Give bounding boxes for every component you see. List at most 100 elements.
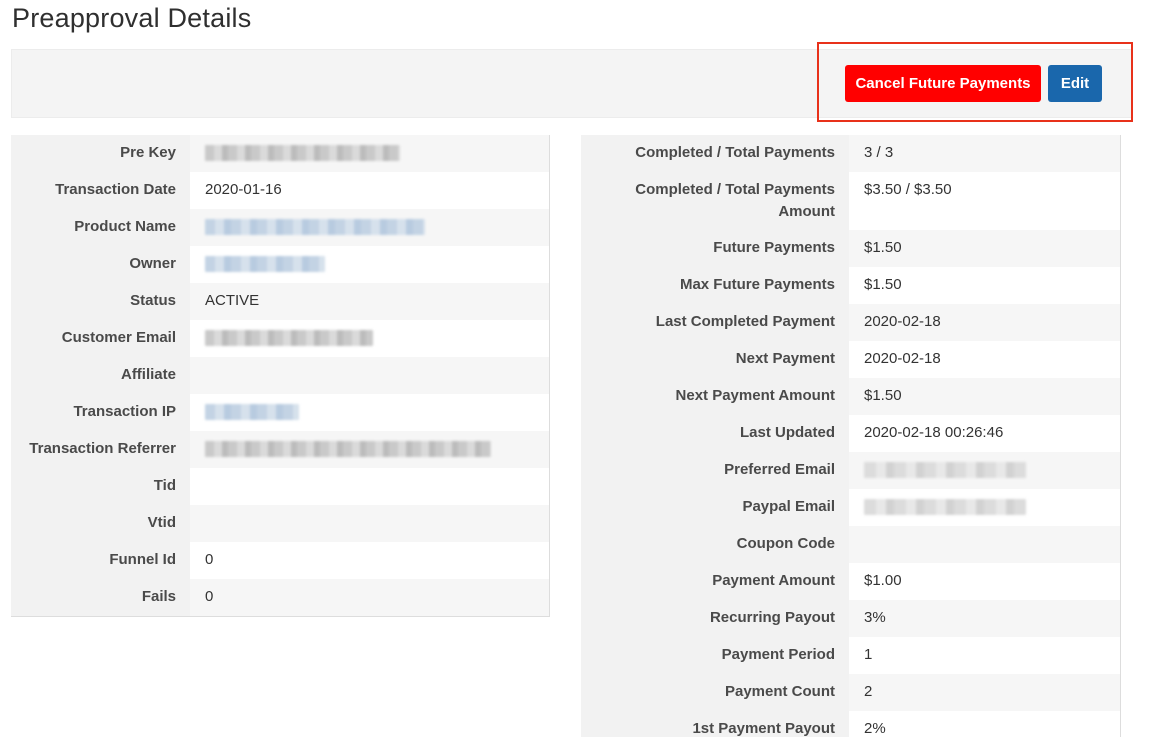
detail-label: Tid [11,468,190,505]
detail-row-funnel-id: Funnel Id 0 [11,542,550,579]
detail-label: Transaction IP [11,394,190,431]
detail-label: Future Payments [581,230,849,267]
detail-value [190,468,550,505]
detail-label: Preferred Email [581,452,849,489]
detail-label: Transaction Referrer [11,431,190,468]
detail-value [190,209,550,246]
detail-label: Completed / Total Payments Amount [581,172,849,230]
detail-label: Payment Period [581,637,849,674]
detail-row-paypal-email: Paypal Email [581,489,1121,526]
detail-label: Product Name [11,209,190,246]
detail-row-recurring-payout: Recurring Payout 3% [581,600,1121,637]
detail-value: 2020-02-18 00:26:46 [849,415,1121,452]
redacted-value [864,499,1026,516]
detail-value: 0 [190,542,550,579]
detail-label: Vtid [11,505,190,542]
detail-value: $3.50 / $3.50 [849,172,1121,230]
detail-value: 2020-02-18 [849,341,1121,378]
detail-label: Status [11,283,190,320]
detail-label: Next Payment [581,341,849,378]
detail-label: Owner [11,246,190,283]
detail-label: Next Payment Amount [581,378,849,415]
detail-value: $1.50 [849,378,1121,415]
detail-label: Last Completed Payment [581,304,849,341]
detail-label: Payment Amount [581,563,849,600]
detail-label: Fails [11,579,190,616]
detail-value: 2% [849,711,1121,737]
page-title: Preapproval Details [12,3,252,33]
detail-label: Paypal Email [581,489,849,526]
detail-value: $1.50 [849,267,1121,304]
detail-row-status: Status ACTIVE [11,283,550,320]
detail-value: $1.00 [849,563,1121,600]
detail-value: ACTIVE [190,283,550,320]
detail-label: Pre Key [11,135,190,172]
detail-label: Completed / Total Payments [581,135,849,172]
detail-row-completed-total-payments: Completed / Total Payments 3 / 3 [581,135,1121,172]
detail-value: 0 [190,579,550,616]
detail-value: $1.50 [849,230,1121,267]
detail-row-vtid: Vtid [11,505,550,542]
cancel-future-payments-button[interactable]: Cancel Future Payments [845,65,1041,102]
detail-row-payment-amount: Payment Amount $1.00 [581,563,1121,600]
detail-row-completed-total-payments-amount: Completed / Total Payments Amount $3.50 /… [581,172,1121,230]
detail-value: 1 [849,637,1121,674]
detail-value: 2 [849,674,1121,711]
detail-label: Coupon Code [581,526,849,563]
detail-value [190,431,550,468]
detail-value [849,489,1121,526]
edit-button[interactable]: Edit [1048,65,1102,102]
redacted-value [205,404,299,421]
detail-value [190,135,550,172]
detail-row-customer-email: Customer Email [11,320,550,357]
redacted-value [205,441,491,458]
detail-label: Affiliate [11,357,190,394]
detail-label: Transaction Date [11,172,190,209]
detail-row-product-name: Product Name [11,209,550,246]
detail-value [849,526,1121,563]
detail-row-last-updated: Last Updated 2020-02-18 00:26:46 [581,415,1121,452]
detail-label: Customer Email [11,320,190,357]
detail-value: 3% [849,600,1121,637]
detail-row-last-completed-payment: Last Completed Payment 2020-02-18 [581,304,1121,341]
redacted-value [205,330,373,347]
detail-row-payment-period: Payment Period 1 [581,637,1121,674]
detail-row-coupon-code: Coupon Code [581,526,1121,563]
detail-value [190,357,550,394]
detail-row-pre-key: Pre Key [11,135,550,172]
redacted-value [205,219,425,236]
detail-label: Max Future Payments [581,267,849,304]
detail-row-1st-payment-payout: 1st Payment Payout 2% [581,711,1121,737]
right-details-table: Completed / Total Payments 3 / 3 Completed… [581,135,1121,737]
detail-row-tid: Tid [11,468,550,505]
detail-label: 1st Payment Payout [581,711,849,737]
detail-row-future-payments: Future Payments $1.50 [581,230,1121,267]
detail-label: Funnel Id [11,542,190,579]
detail-row-preferred-email: Preferred Email [581,452,1121,489]
detail-row-transaction-ip: Transaction IP [11,394,550,431]
redacted-value [864,462,1026,479]
detail-row-next-payment: Next Payment 2020-02-18 [581,341,1121,378]
detail-row-transaction-date: Transaction Date 2020-01-16 [11,172,550,209]
detail-label: Recurring Payout [581,600,849,637]
detail-value: 2020-01-16 [190,172,550,209]
redacted-value [205,145,400,162]
detail-row-affiliate: Affiliate [11,357,550,394]
detail-value: 3 / 3 [849,135,1121,172]
detail-label: Payment Count [581,674,849,711]
detail-row-next-payment-amount: Next Payment Amount $1.50 [581,378,1121,415]
detail-value [190,320,550,357]
preapproval-details-page: Preapproval Details Cancel Future Paymen… [0,0,1158,737]
redacted-value [205,256,325,273]
detail-row-max-future-payments: Max Future Payments $1.50 [581,267,1121,304]
detail-value [849,452,1121,489]
detail-value [190,246,550,283]
left-details-table: Pre Key Transaction Date 2020-01-16 Product… [11,135,550,617]
detail-label: Last Updated [581,415,849,452]
detail-row-owner: Owner [11,246,550,283]
detail-value [190,394,550,431]
detail-row-transaction-referrer: Transaction Referrer [11,431,550,468]
detail-row-fails: Fails 0 [11,579,550,616]
detail-row-payment-count: Payment Count 2 [581,674,1121,711]
detail-value: 2020-02-18 [849,304,1121,341]
